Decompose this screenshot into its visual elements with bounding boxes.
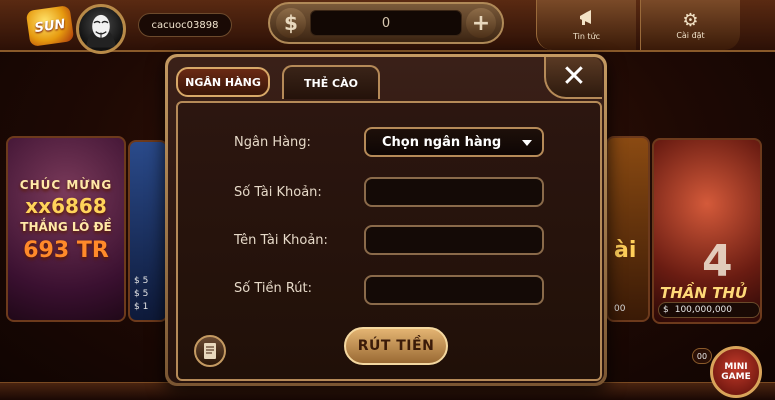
game-tile-than-thu[interactable]: 4 THẦN THỦ $ 100,000,000 [652,138,762,324]
tab-bank-label: NGÂN HÀNG [185,75,261,89]
right-tile-text: ài [614,238,637,263]
anonymous-mask-icon [86,14,116,48]
settings-button[interactable]: ⚙ Cài đặt [640,0,740,50]
blue-tile-amounts: $ 5 $ 5 $ 1 [134,276,149,312]
minigame-button[interactable]: MINI GAME [710,346,762,398]
tab-scratch-card[interactable]: THẺ CÀO [282,65,380,99]
chevron-down-icon [522,140,532,146]
username-label: cacuoc03898 [138,13,232,37]
bank-select-value: Chọn ngân hàng [382,134,502,150]
than-tile-number: 4 [702,236,733,287]
dollar-icon: $ [276,8,306,38]
withdraw-button[interactable]: RÚT TIỀN [344,327,448,365]
lotto-line2: xx6868 [25,194,107,218]
close-icon: ✕ [561,59,587,94]
than-tile-name: THẦN THỦ [660,284,748,302]
lotto-line1: CHÚC MỪNG [19,178,113,192]
amount-label: Số Tiền Rút: [234,281,313,296]
withdraw-form: Ngân Hàng: Chọn ngân hàng Số Tài Khoản: … [176,101,602,381]
plus-icon: + [471,10,491,36]
dollar-icon: $ [663,305,669,315]
account-number-field[interactable] [364,177,544,207]
game-tile-lotto[interactable]: CHÚC MỪNG xx6868 THẮNG LÔ ĐỀ 693 TR [6,136,126,322]
tab-bank[interactable]: NGÂN HÀNG [176,67,270,97]
app-logo[interactable]: SUN [25,5,75,47]
lotto-line3: THẮNG LÔ ĐỀ [20,220,112,234]
news-label: Tin tức [572,32,601,41]
history-button[interactable] [194,335,226,367]
withdraw-button-label: RÚT TIỀN [357,338,435,354]
bank-select[interactable]: Chọn ngân hàng [364,127,544,157]
minigame-label: MINI GAME [721,362,751,382]
top-bar: SUN cacuoc03898 $ 0 + Tin tức ⚙ Cài đặt [0,0,775,54]
close-button[interactable]: ✕ [544,57,602,99]
news-button[interactable]: Tin tức [536,0,636,50]
game-tile-right[interactable]: ài 00 [606,136,650,322]
game-tile-blue[interactable]: $ 5 $ 5 $ 1 [128,140,168,322]
receipt-icon [204,343,216,359]
add-funds-button[interactable]: + [466,8,496,38]
withdraw-dialog: NGÂN HÀNG THẺ CÀO ✕ Ngân Hàng: Chọn ngân… [165,54,607,386]
lotto-line4: 693 TR [23,238,109,263]
settings-label: Cài đặt [676,30,705,40]
right-tile-amount: 00 [614,304,626,314]
account-name-field[interactable] [364,225,544,255]
amount-field[interactable] [364,275,544,305]
bank-label: Ngân Hàng: [234,135,311,150]
gear-icon: ⚙ [682,9,699,31]
than-tile-prize-value: 100,000,000 [674,305,732,315]
tab-scratch-card-label: THẺ CÀO [304,76,358,90]
megaphone-icon [577,9,597,32]
balance-bar: $ 0 + [268,2,504,44]
balance-value: 0 [310,10,462,36]
dialog-body: NGÂN HÀNG THẺ CÀO ✕ Ngân Hàng: Chọn ngân… [168,57,604,383]
than-tile-prize: $ 100,000,000 [658,302,760,318]
account-name-label: Tên Tài Khoản: [234,233,328,248]
account-number-label: Số Tài Khoản: [234,185,322,200]
avatar[interactable] [76,4,126,54]
minigame-badge: 00 [692,348,712,364]
